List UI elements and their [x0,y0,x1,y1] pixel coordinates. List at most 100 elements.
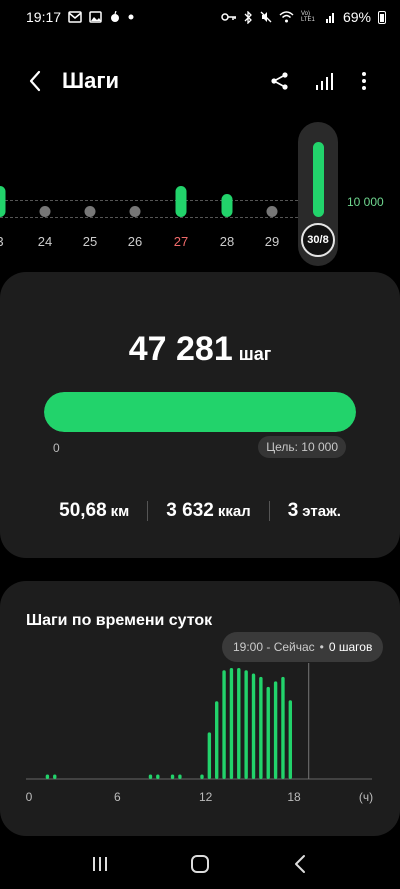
day-label: 26 [127,234,143,249]
bluetooth-icon [244,10,253,24]
day-column[interactable]: 28 [207,120,247,270]
calories-unit: ккал [217,503,251,520]
page-title: Шаги [62,68,120,93]
hourly-bar [251,673,256,779]
back-arrow-icon [295,855,305,873]
day-steps-bar [221,193,233,217]
bar-chart-icon [316,73,333,90]
summary-card: 47 281 шаг 0 Цель: 10 000 50,68 км 3 632 кк… [0,272,400,558]
tooltip-time: 19:00 - Сейчас [233,640,315,654]
tooltip-value: 0 шагов [328,640,373,654]
more-options-button[interactable] [349,66,379,96]
share-icon [271,72,288,90]
floors-stat: 3 этаж. [270,500,359,522]
hourly-steps-card[interactable]: 0 6 12 18 (ч) Шаги по времени суток 19:00 - … [0,581,400,836]
signal-icon [325,11,336,23]
key-icon [221,12,237,22]
nav-back-button[interactable] [280,844,320,884]
system-nav-bar [0,839,400,889]
chart-tooltip: 19:00 - Сейчас • 0 шагов [222,632,384,662]
hourly-bar [281,676,285,779]
goal-chip: Цель: 10 000 [258,436,346,458]
hourly-bar [148,774,153,779]
recents-icon [93,857,107,871]
mail-icon [68,11,82,23]
hourly-bar [215,701,219,779]
day-column[interactable]: 24 [25,120,65,270]
hourly-bar [237,668,241,779]
status-time: 19:17 [26,9,62,25]
mute-icon [260,11,272,23]
steps-unit: шаг [238,344,272,364]
hourly-bar [178,774,182,779]
day-column[interactable]: 3 [0,120,20,270]
wifi-icon [279,11,294,23]
home-icon [191,855,209,873]
calories-value: 3 632 [166,500,214,521]
hourly-bar [244,670,248,779]
dot-icon [128,14,134,20]
home-button[interactable] [180,844,220,884]
distance-stat: 50,68 км [41,500,147,522]
day-strip[interactable]: 3 24 25 26 27 28 29 30/8 10 000 [0,120,400,270]
day-label: 28 [219,234,235,249]
hourly-bar [273,681,278,779]
day-label: 29 [264,234,280,249]
hourly-bar [222,670,226,779]
battery-icon [378,10,386,24]
calories-stat: 3 632 ккал [148,500,268,522]
day-empty-dot [129,206,141,217]
hourly-bar [207,732,212,779]
day-column[interactable]: 27 [161,120,201,270]
goal-progress-fill [44,392,356,432]
day-label: 24 [37,234,53,249]
battery-percent: 69% [342,9,371,25]
status-right: Vo) LTE1 69% [221,9,386,25]
chevron-left-icon [29,70,41,92]
back-button[interactable] [20,66,50,96]
recents-button[interactable] [80,844,120,884]
day-steps-bar [175,186,187,217]
x-tick-label: 6 [114,790,121,804]
goal-line-label: 10 000 [347,195,384,209]
day-column[interactable]: 25 [70,120,110,270]
status-left: 19:17 [26,9,134,25]
day-label: 3 [0,234,20,249]
tooltip-separator: • [319,640,324,654]
steps-count: 47 281 [128,330,233,368]
day-label: 27 [173,234,189,249]
hourly-title: Шаги по времени суток [26,612,213,629]
hourly-bar [53,774,57,779]
day-column[interactable]: 26 [115,120,155,270]
hourly-bar [170,774,175,779]
progress-min-label: 0 [53,441,60,455]
x-tick-label: 12 [199,790,213,804]
hourly-bar [156,774,160,779]
goal-progress-bar [44,392,356,432]
distance-value: 50,68 [59,500,107,521]
x-tick-label: (ч) [359,790,373,804]
more-vert-icon [362,72,366,90]
selected-day-bar [313,142,324,217]
x-tick-label: 18 [287,790,301,804]
stats-row: 50,68 км 3 632 ккал 3 этаж. [0,500,400,522]
x-tick-label: 0 [26,790,33,804]
trends-button[interactable] [309,66,339,96]
distance-unit: км [110,503,130,520]
day-empty-dot [39,206,51,217]
app-header: Шаги [0,56,400,106]
android-icon [109,11,121,23]
hourly-bar [266,686,270,779]
hourly-bar [288,700,293,779]
hourly-bar [200,774,204,779]
day-empty-dot [266,206,278,217]
day-empty-dot [84,206,96,217]
hourly-bar [259,676,263,779]
steps-total: 47 281 шаг [0,330,400,369]
day-column[interactable]: 29 [252,120,292,270]
status-bar: 19:17 Vo) LTE1 69% [0,0,400,34]
gallery-icon [89,11,102,23]
selected-day-label[interactable]: 30/8 [301,223,335,257]
volte-icon: Vo) LTE1 [300,11,315,23]
share-button[interactable] [265,66,295,96]
